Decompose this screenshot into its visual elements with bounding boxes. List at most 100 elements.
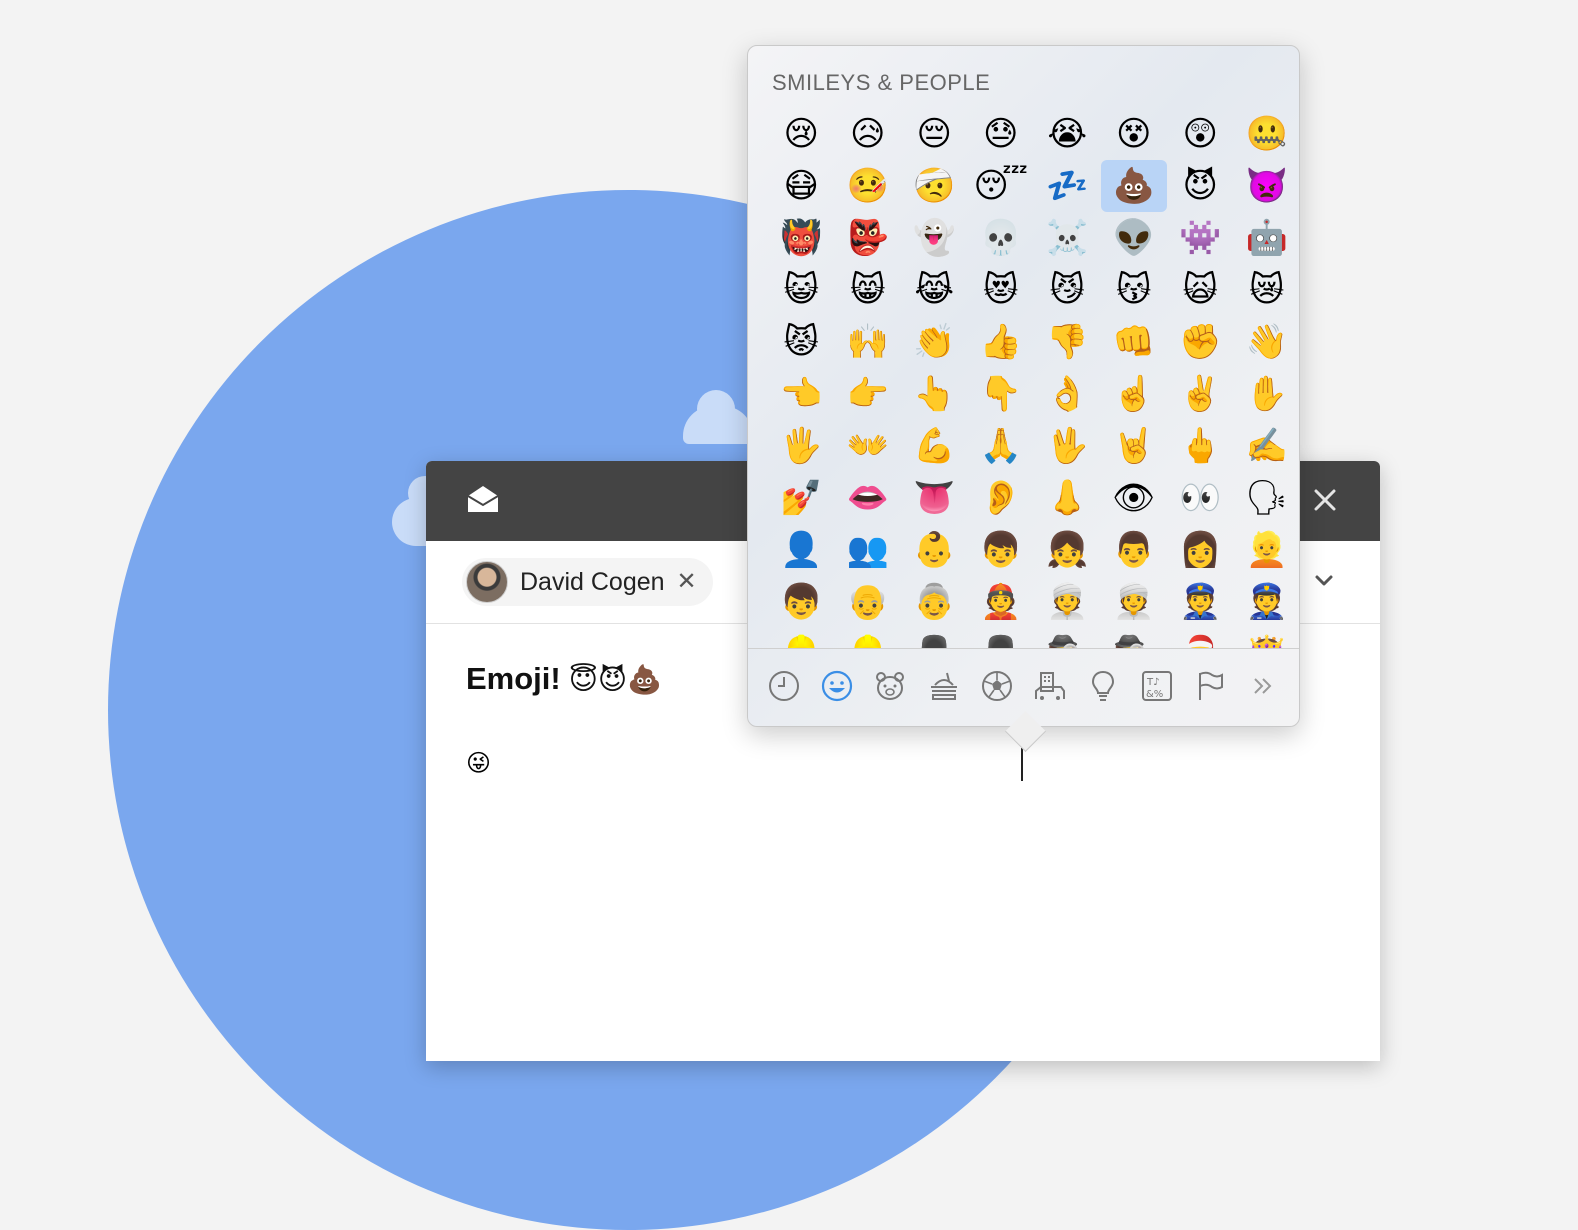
close-button[interactable] <box>1310 485 1340 515</box>
emoji-cell[interactable]: 😈 <box>1167 160 1234 212</box>
emoji-cell[interactable]: 👈 <box>768 368 835 420</box>
emoji-cell[interactable]: ☠️ <box>1034 212 1101 264</box>
emoji-cell[interactable]: 👿 <box>1234 160 1289 212</box>
emoji-cell[interactable]: 🤘 <box>1101 420 1168 472</box>
category-travel[interactable] <box>1032 668 1068 704</box>
emoji-cell[interactable]: 🕵 <box>1034 628 1101 648</box>
emoji-cell[interactable]: 🤕 <box>901 160 968 212</box>
emoji-cell[interactable]: 🤒 <box>835 160 902 212</box>
emoji-cell[interactable]: 👇 <box>968 368 1035 420</box>
emoji-cell[interactable]: 👨 <box>1101 524 1168 576</box>
emoji-cell[interactable]: 👥 <box>835 524 902 576</box>
emoji-cell[interactable]: 🤐 <box>1234 108 1289 160</box>
emoji-cell[interactable]: 👦 <box>768 576 835 628</box>
emoji-cell[interactable]: 😢 <box>768 108 835 160</box>
emoji-cell[interactable]: 👹 <box>768 212 835 264</box>
emoji-cell[interactable]: 👲 <box>968 576 1035 628</box>
emoji-cell[interactable]: 👎 <box>1034 316 1101 368</box>
emoji-cell[interactable]: 👷 <box>768 628 835 648</box>
emoji-cell[interactable]: 💂 <box>968 628 1035 648</box>
emoji-cell[interactable]: 😲 <box>1167 108 1234 160</box>
emoji-cell[interactable]: 💂 <box>901 628 968 648</box>
emoji-cell[interactable]: 😼 <box>1034 264 1101 316</box>
emoji-cell[interactable]: 😸 <box>835 264 902 316</box>
emoji-cell[interactable]: 💪 <box>901 420 968 472</box>
emoji-cell[interactable]: 🕵 <box>1101 628 1168 648</box>
emoji-cell[interactable]: 👌 <box>1034 368 1101 420</box>
category-smileys[interactable] <box>819 668 855 704</box>
emoji-cell[interactable]: 👴 <box>835 576 902 628</box>
emoji-cell[interactable]: 👻 <box>901 212 968 264</box>
emoji-cell[interactable]: 😵 <box>1101 108 1168 160</box>
emoji-cell[interactable]: 😷 <box>768 160 835 212</box>
emoji-cell[interactable]: ✊ <box>1167 316 1234 368</box>
emoji-cell[interactable]: 👮 <box>1167 576 1234 628</box>
emoji-cell[interactable]: 🎅 <box>1167 628 1234 648</box>
emoji-cell[interactable]: 😾 <box>768 316 835 368</box>
emoji-cell[interactable]: 👀 <box>1167 472 1234 524</box>
category-recent[interactable] <box>766 668 802 704</box>
emoji-cell[interactable]: ✋ <box>1234 368 1289 420</box>
emoji-cell[interactable]: 👷 <box>835 628 902 648</box>
emoji-cell[interactable]: 👆 <box>901 368 968 420</box>
remove-recipient-button[interactable]: ✕ <box>677 570 697 594</box>
emoji-cell[interactable]: 👃 <box>1034 472 1101 524</box>
emoji-cell[interactable]: 😥 <box>835 108 902 160</box>
emoji-cell[interactable]: 👱 <box>1234 524 1289 576</box>
emoji-cell[interactable]: 👸 <box>1234 628 1289 648</box>
emoji-cell[interactable]: 👦 <box>968 524 1035 576</box>
emoji-cell[interactable]: 🤖 <box>1234 212 1289 264</box>
category-animals[interactable] <box>872 668 908 704</box>
emoji-cell[interactable]: 😔 <box>901 108 968 160</box>
emoji-cell[interactable]: ☝️ <box>1101 368 1168 420</box>
emoji-cell[interactable]: 🙏 <box>968 420 1035 472</box>
emoji-cell[interactable]: 😻 <box>968 264 1035 316</box>
emoji-cell[interactable]: 👽 <box>1101 212 1168 264</box>
emoji-cell[interactable]: 👄 <box>835 472 902 524</box>
emoji-cell[interactable]: 😴 <box>968 160 1035 212</box>
emoji-cell[interactable]: 👋 <box>1234 316 1289 368</box>
emoji-cell[interactable]: 👮 <box>1234 576 1289 628</box>
emoji-cell[interactable]: 😭 <box>1034 108 1101 160</box>
emoji-cell[interactable]: 💩 <box>1100 160 1167 212</box>
emoji-cell[interactable]: 🖕 <box>1167 420 1234 472</box>
emoji-cell[interactable]: 💅 <box>768 472 835 524</box>
more-categories-button[interactable] <box>1245 668 1281 704</box>
emoji-cell[interactable]: 💀 <box>968 212 1035 264</box>
emoji-cell[interactable]: 👉 <box>835 368 902 420</box>
emoji-cell[interactable]: 😿 <box>1234 264 1289 316</box>
emoji-cell[interactable]: 👳 <box>1034 576 1101 628</box>
emoji-cell[interactable]: 👅 <box>901 472 968 524</box>
emoji-cell[interactable]: 🙌 <box>835 316 902 368</box>
emoji-cell[interactable]: 🖐 <box>768 420 835 472</box>
category-symbols[interactable]: T♪ &% <box>1139 668 1175 704</box>
recipient-chip[interactable]: David Cogen ✕ <box>462 558 713 606</box>
emoji-cell[interactable]: 😓 <box>968 108 1035 160</box>
emoji-cell[interactable]: 👵 <box>901 576 968 628</box>
emoji-cell[interactable]: ✍️ <box>1234 420 1289 472</box>
emoji-cell[interactable]: 👺 <box>835 212 902 264</box>
emoji-cell[interactable]: 😽 <box>1101 264 1168 316</box>
category-activity[interactable] <box>979 668 1015 704</box>
emoji-cell[interactable]: 🙀 <box>1167 264 1234 316</box>
emoji-cell[interactable]: 👤 <box>768 524 835 576</box>
chevron-down-icon[interactable] <box>1312 571 1336 591</box>
emoji-cell[interactable]: 👐 <box>835 420 902 472</box>
emoji-cell[interactable]: 👍 <box>968 316 1035 368</box>
emoji-cell[interactable]: 👶 <box>901 524 968 576</box>
emoji-cell[interactable]: 👳 <box>1101 576 1168 628</box>
emoji-cell[interactable]: 💤 <box>1034 160 1101 212</box>
category-flags[interactable] <box>1192 668 1228 704</box>
emoji-cell[interactable]: 👏 <box>901 316 968 368</box>
emoji-cell[interactable]: 😹 <box>901 264 968 316</box>
emoji-cell[interactable]: ✌️ <box>1167 368 1234 420</box>
emoji-cell[interactable]: 👊 <box>1101 316 1168 368</box>
emoji-cell[interactable]: 👂 <box>968 472 1035 524</box>
emoji-cell[interactable]: 🖖 <box>1034 420 1101 472</box>
emoji-cell[interactable]: 👧 <box>1034 524 1101 576</box>
category-objects[interactable] <box>1085 668 1121 704</box>
emoji-cell[interactable]: 👁 <box>1101 472 1168 524</box>
emoji-cell[interactable]: 🗣 <box>1234 472 1288 524</box>
emoji-cell[interactable]: 😺 <box>768 264 835 316</box>
emoji-cell[interactable]: 👩 <box>1167 524 1234 576</box>
